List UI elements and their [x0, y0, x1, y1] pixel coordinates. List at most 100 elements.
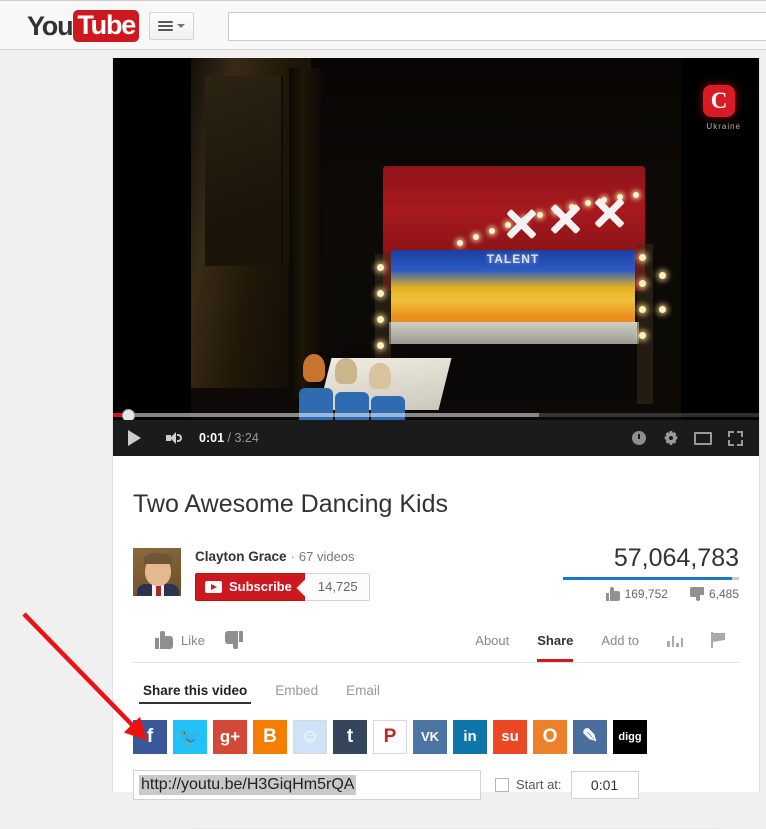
tab-about-label: About — [475, 632, 510, 648]
reddit-share-icon[interactable]: ☺ — [293, 719, 327, 754]
subscribe-button[interactable]: Subscribe — [195, 572, 305, 601]
play-icon[interactable] — [113, 420, 155, 456]
thumbs-down-icon — [224, 631, 243, 649]
blogger-share-icon[interactable]: B — [253, 719, 287, 754]
section-divider — [193, 827, 719, 829]
linkedin-share-icon[interactable]: in — [453, 719, 487, 754]
channel-video-count: 67 videos — [298, 548, 355, 564]
clock-icon[interactable] — [623, 420, 655, 456]
share-tab-embed[interactable]: Embed — [265, 679, 328, 704]
dislike-count: 6,485 — [708, 586, 739, 601]
thumbs-down-icon — [689, 586, 704, 601]
view-count: 57,064,783 — [613, 543, 739, 572]
like-count-item: 169,752 — [605, 586, 668, 601]
start-at-input[interactable]: 0:01 — [570, 770, 639, 799]
flag-icon[interactable] — [697, 618, 739, 662]
judge-2 — [335, 358, 357, 384]
video-frame: TALENT C Ukraine — [113, 58, 759, 456]
broadcaster-wordmark: Ukraine — [706, 122, 741, 131]
video-player[interactable]: TALENT C Ukraine 0:01 / 3:24 — [113, 58, 759, 456]
player-controls: 0:01 / 3:24 — [113, 420, 759, 456]
share-tab-2-label: Email — [346, 682, 380, 698]
vk-share-icon[interactable]: VK — [413, 719, 447, 754]
progress-bar[interactable] — [113, 409, 759, 422]
judge-1 — [303, 354, 325, 382]
rating-likes-fill — [563, 576, 733, 580]
meta-separator: · — [290, 548, 295, 564]
google-plus-share-icon[interactable]: g+ — [213, 719, 247, 754]
facebook-share-icon[interactable]: f — [133, 719, 167, 754]
share-url-input[interactable]: http://youtu.be/H3GiqHm5rQA — [133, 769, 481, 800]
video-meta-row: Clayton Grace · 67 videos Subscribe 14,725… — [113, 542, 759, 601]
progress-loaded — [113, 413, 540, 417]
hamburger-menu-icon[interactable] — [149, 12, 195, 40]
broadcaster-logo-icon: C — [703, 85, 735, 117]
share-tabs: Share this video Embed Email — [133, 679, 739, 704]
channel-name[interactable]: Clayton Grace — [195, 549, 287, 564]
share-url-row: http://youtu.be/H3GiqHm5rQA Start at: 0:… — [133, 769, 739, 800]
social-share-row: f 🐦 g+ B ☺ t P VK in su O ✎ digg — [133, 719, 739, 754]
odnoklassniki-share-icon[interactable]: O — [533, 719, 567, 754]
share-tab-1-label: Embed — [275, 682, 319, 698]
logo-you-text: You — [27, 11, 74, 41]
search-box[interactable] — [228, 12, 766, 41]
start-at-group: Start at: 0:01 — [495, 770, 639, 799]
time-current: 0:01 — [199, 431, 225, 445]
digg-share-icon[interactable]: digg — [613, 719, 647, 754]
curtain-panel — [205, 76, 283, 266]
pinterest-share-icon[interactable]: P — [373, 719, 407, 754]
burger-lines — [158, 19, 174, 33]
time-display: 0:01 / 3:24 — [199, 431, 259, 445]
share-tab-0-label: Share this video — [143, 682, 248, 698]
search-input[interactable] — [229, 13, 766, 40]
tab-add-to-label: Add to — [601, 632, 639, 648]
subscriber-count[interactable]: 14,725 — [304, 572, 370, 601]
share-tab-email[interactable]: Email — [336, 679, 390, 704]
theater-mode-icon[interactable] — [687, 420, 719, 456]
tab-add-to[interactable]: Add to — [587, 618, 653, 662]
start-at-label: Start at: — [516, 777, 562, 792]
gear-icon[interactable] — [655, 420, 687, 456]
stage-x-3 — [591, 195, 627, 231]
page-body: TALENT C Ukraine 0:01 / 3:24 Two Awesome… — [0, 50, 766, 829]
tab-share[interactable]: Share — [523, 618, 587, 662]
dislike-button[interactable] — [215, 625, 253, 655]
speaker-icon[interactable] — [155, 420, 193, 456]
masthead: You Tube — [0, 0, 766, 50]
youtube-play-icon — [205, 580, 222, 593]
share-panel: Share this video Embed Email f 🐦 g+ B ☺ t P VK i… — [113, 663, 759, 829]
action-bar: Like About Share Add to — [133, 619, 739, 663]
dislike-count-item: 6,485 — [689, 586, 739, 601]
stage-x-1 — [503, 206, 539, 242]
judge-3 — [369, 363, 391, 389]
thumbs-up-icon — [155, 631, 173, 649]
avatar[interactable] — [133, 547, 181, 596]
twitter-share-icon[interactable]: 🐦 — [173, 719, 207, 754]
bar-chart-icon[interactable] — [653, 618, 697, 662]
stumbleupon-share-icon[interactable]: su — [493, 719, 527, 754]
rating-bar — [563, 576, 739, 580]
stage-screen-text: TALENT — [486, 252, 540, 266]
youtube-logo[interactable]: You Tube — [27, 10, 195, 42]
livejournal-share-icon[interactable]: ✎ — [573, 719, 607, 754]
fullscreen-icon[interactable] — [719, 420, 751, 456]
stage-x-2 — [547, 201, 583, 237]
share-tab-share-this-video[interactable]: Share this video — [133, 679, 257, 704]
like-count: 169,752 — [624, 586, 668, 601]
start-at-checkbox[interactable] — [495, 777, 509, 792]
stage-screen: TALENT — [391, 250, 635, 322]
chevron-down-icon — [177, 24, 186, 28]
stage-floor — [389, 322, 639, 344]
thumbs-up-icon — [605, 586, 620, 601]
tab-about[interactable]: About — [461, 618, 523, 662]
player-right-controls — [623, 420, 759, 456]
like-group: Like — [145, 625, 253, 655]
like-button[interactable]: Like — [145, 625, 215, 655]
tumblr-share-icon[interactable]: t — [333, 719, 367, 754]
rating-counts: 169,752 6,485 — [563, 586, 739, 601]
watch-content-column: TALENT C Ukraine 0:01 / 3:24 Two Awesome… — [112, 58, 760, 829]
time-total: 3:24 — [234, 431, 259, 445]
subscribe-label: Subscribe — [229, 579, 292, 594]
watch-tabs: About Share Add to — [461, 618, 739, 662]
time-separator: / — [224, 431, 235, 445]
